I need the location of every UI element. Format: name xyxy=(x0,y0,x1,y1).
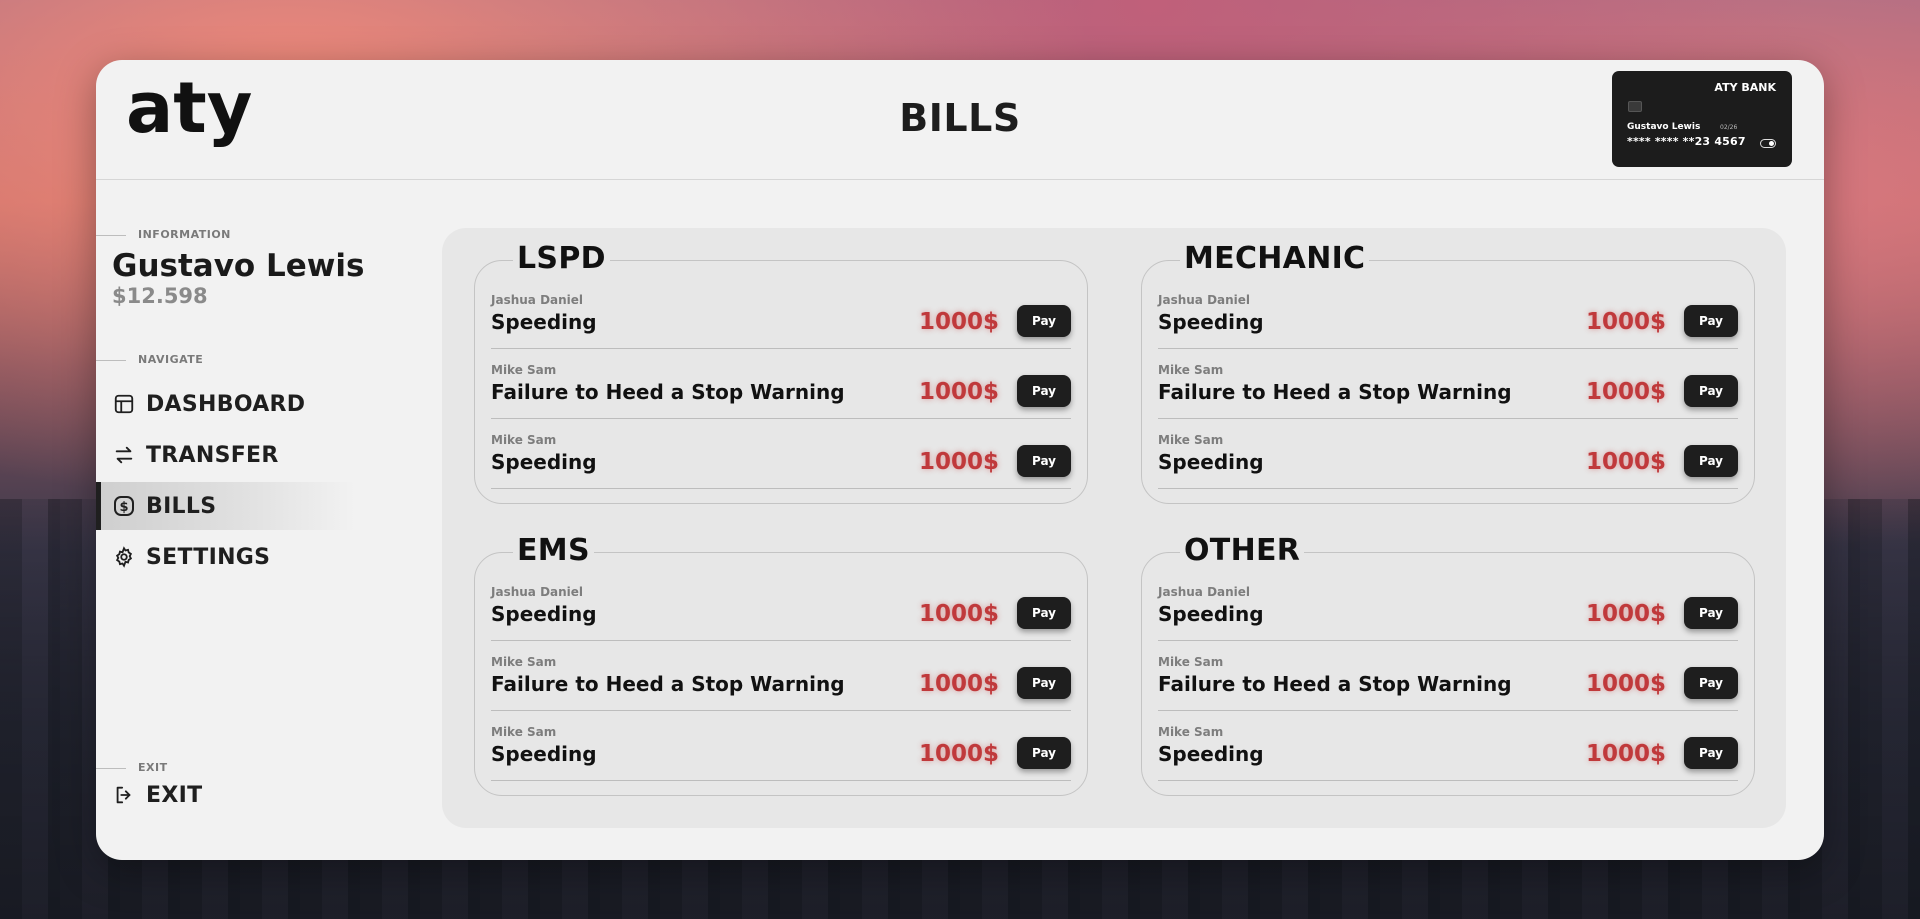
card-number: **** **** **23 4567 xyxy=(1627,135,1746,148)
pay-button[interactable]: Pay xyxy=(1684,667,1738,699)
bill-amount: 1000$ xyxy=(918,449,999,475)
bill-issuer: Mike Sam xyxy=(1158,363,1224,377)
bill-issuer: Jashua Daniel xyxy=(1158,293,1251,307)
bill-issuer: Mike Sam xyxy=(1158,655,1224,669)
page-title: BILLS xyxy=(899,96,1021,140)
bill-reason: Failure to Heed a Stop Warning xyxy=(1158,380,1512,404)
bill-issuer: Mike Sam xyxy=(491,363,557,377)
pay-button[interactable]: Pay xyxy=(1017,445,1071,477)
bill-issuer: Jashua Daniel xyxy=(1158,585,1251,599)
bill-row: Mike Sam Speeding 1000$ Pay xyxy=(491,433,1071,489)
bill-issuer: Mike Sam xyxy=(491,725,557,739)
toggle-icon xyxy=(1760,139,1776,148)
bill-row: Jashua Daniel Speeding 1000$ Pay xyxy=(1158,293,1738,349)
bill-amount: 1000$ xyxy=(918,671,999,697)
nav-dashboard-label: DASHBOARD xyxy=(146,391,306,417)
nav-transfer-label: TRANSFER xyxy=(146,442,279,468)
bill-row: Mike Sam Failure to Heed a Stop Warning … xyxy=(1158,363,1738,419)
user-name: Gustavo Lewis xyxy=(112,248,365,284)
bill-amount: 1000$ xyxy=(918,309,999,335)
bill-amount: 1000$ xyxy=(918,601,999,627)
bill-reason: Speeding xyxy=(491,310,597,334)
nav-exit-label: EXIT xyxy=(146,782,203,808)
bill-reason: Failure to Heed a Stop Warning xyxy=(491,672,845,696)
nav-dashboard[interactable]: DASHBOARD xyxy=(96,380,356,428)
pay-button[interactable]: Pay xyxy=(1017,305,1071,337)
group-title: LSPD xyxy=(513,241,610,276)
bill-issuer: Mike Sam xyxy=(1158,433,1224,447)
arrows-icon xyxy=(112,443,136,467)
bill-amount: 1000$ xyxy=(1585,741,1666,767)
navigate-label: NAVIGATE xyxy=(96,353,203,366)
bill-amount: 1000$ xyxy=(918,741,999,767)
svg-text:$: $ xyxy=(119,500,128,515)
bank-card[interactable]: ATY BANK Gustavo Lewis 02/26 **** **** *… xyxy=(1612,71,1792,167)
pay-button[interactable]: Pay xyxy=(1017,375,1071,407)
bill-row: Mike Sam Failure to Heed a Stop Warning … xyxy=(1158,655,1738,711)
bill-row: Mike Sam Failure to Heed a Stop Warning … xyxy=(491,655,1071,711)
bill-issuer: Mike Sam xyxy=(491,655,557,669)
bills-area: LSPD Jashua Daniel Speeding 1000$ Pay Mi… xyxy=(442,228,1786,828)
pay-button[interactable]: Pay xyxy=(1684,375,1738,407)
bill-reason: Speeding xyxy=(1158,310,1264,334)
bill-row: Mike Sam Speeding 1000$ Pay xyxy=(1158,433,1738,489)
logout-icon xyxy=(112,783,136,807)
pay-button[interactable]: Pay xyxy=(1684,737,1738,769)
bill-amount: 1000$ xyxy=(1585,601,1666,627)
nav-exit[interactable]: EXIT xyxy=(96,771,356,819)
bill-reason: Failure to Heed a Stop Warning xyxy=(491,380,845,404)
bill-row: Mike Sam Failure to Heed a Stop Warning … xyxy=(491,363,1071,419)
nav-settings[interactable]: SETTINGS xyxy=(96,533,356,581)
group-title: EMS xyxy=(513,533,594,568)
bank-name: ATY BANK xyxy=(1714,81,1776,94)
bill-amount: 1000$ xyxy=(1585,449,1666,475)
nav-bills-label: BILLS xyxy=(146,493,217,519)
bill-reason: Speeding xyxy=(1158,602,1264,626)
pay-button[interactable]: Pay xyxy=(1684,445,1738,477)
group-title: MECHANIC xyxy=(1180,241,1370,276)
nav-transfer[interactable]: TRANSFER xyxy=(96,431,356,479)
bill-row: Jashua Daniel Speeding 1000$ Pay xyxy=(491,585,1071,641)
bill-reason: Speeding xyxy=(491,450,597,474)
gear-icon xyxy=(112,545,136,569)
bank-app-window: aty BILLS ATY BANK Gustavo Lewis 02/26 *… xyxy=(96,60,1824,860)
bill-reason: Speeding xyxy=(1158,742,1264,766)
bill-group-ems: EMS Jashua Daniel Speeding 1000$ Pay Mik… xyxy=(474,533,1088,796)
bill-group-lspd: LSPD Jashua Daniel Speeding 1000$ Pay Mi… xyxy=(474,241,1088,504)
pay-button[interactable]: Pay xyxy=(1017,737,1071,769)
bill-amount: 1000$ xyxy=(1585,671,1666,697)
user-balance: $12.598 xyxy=(112,284,208,308)
card-holder: Gustavo Lewis xyxy=(1627,122,1701,132)
card-expiry: 02/26 xyxy=(1720,124,1738,131)
pay-button[interactable]: Pay xyxy=(1017,667,1071,699)
bill-row: Jashua Daniel Speeding 1000$ Pay xyxy=(1158,585,1738,641)
chip-icon xyxy=(1628,101,1642,112)
bill-group-other: OTHER Jashua Daniel Speeding 1000$ Pay M… xyxy=(1141,533,1755,796)
nav-bills[interactable]: $ BILLS xyxy=(96,482,356,530)
bill-issuer: Mike Sam xyxy=(1158,725,1224,739)
layout-icon xyxy=(112,392,136,416)
dollar-icon: $ xyxy=(112,494,136,518)
group-title: OTHER xyxy=(1180,533,1305,568)
nav-settings-label: SETTINGS xyxy=(146,544,271,570)
bill-row: Mike Sam Speeding 1000$ Pay xyxy=(491,725,1071,781)
pay-button[interactable]: Pay xyxy=(1684,597,1738,629)
bill-row: Jashua Daniel Speeding 1000$ Pay xyxy=(491,293,1071,349)
pay-button[interactable]: Pay xyxy=(1017,597,1071,629)
bill-reason: Speeding xyxy=(1158,450,1264,474)
bill-row: Mike Sam Speeding 1000$ Pay xyxy=(1158,725,1738,781)
bill-amount: 1000$ xyxy=(918,379,999,405)
header: aty BILLS ATY BANK Gustavo Lewis 02/26 *… xyxy=(96,60,1824,180)
bill-reason: Failure to Heed a Stop Warning xyxy=(1158,672,1512,696)
bill-issuer: Mike Sam xyxy=(491,433,557,447)
information-label: INFORMATION xyxy=(96,228,231,241)
pay-button[interactable]: Pay xyxy=(1684,305,1738,337)
bill-issuer: Jashua Daniel xyxy=(491,293,584,307)
bill-amount: 1000$ xyxy=(1585,309,1666,335)
bill-issuer: Jashua Daniel xyxy=(491,585,584,599)
bill-reason: Speeding xyxy=(491,742,597,766)
bill-reason: Speeding xyxy=(491,602,597,626)
bill-amount: 1000$ xyxy=(1585,379,1666,405)
bill-group-mechanic: MECHANIC Jashua Daniel Speeding 1000$ Pa… xyxy=(1141,241,1755,504)
